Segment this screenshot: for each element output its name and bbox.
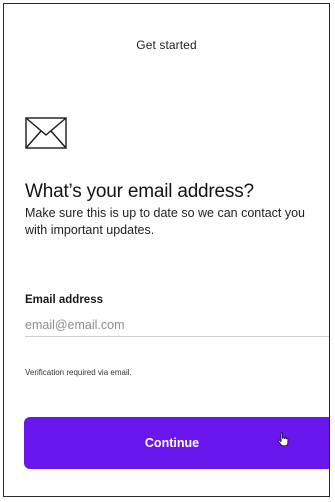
email-field-label: Email address (25, 294, 103, 306)
verification-note: Verification required via email. (25, 368, 132, 377)
email-description: Make sure this is up to date so we can c… (25, 206, 306, 237)
email-heading: What’s your email address? (25, 181, 254, 202)
continue-button-label: Continue (144, 436, 200, 450)
hand-pointer-icon (277, 432, 289, 447)
page-title: Get started (136, 38, 197, 52)
email-field[interactable] (25, 313, 329, 337)
envelope-icon (25, 117, 67, 149)
screen-frame: Get started What’s your email address? M… (3, 3, 330, 497)
